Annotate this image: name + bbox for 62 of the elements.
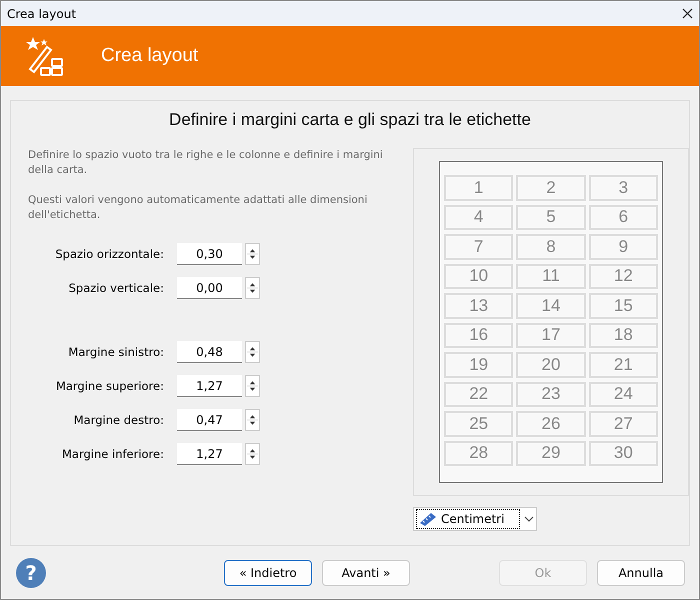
label-cell: 4 [444, 204, 514, 230]
label-cell: 16 [444, 322, 514, 348]
label-cell: 20 [516, 352, 586, 378]
label-cell: 6 [588, 204, 658, 230]
field-label: Spazio orizzontale: [54, 247, 164, 261]
label-cell: 17 [516, 322, 586, 348]
spinner-icon[interactable] [245, 341, 260, 363]
label-cell: 10 [444, 264, 514, 289]
field-label: Spazio verticale: [68, 281, 164, 295]
label-cell: 18 [588, 322, 658, 348]
label-cell: 22 [444, 382, 514, 407]
close-icon[interactable] [682, 8, 693, 19]
label-cell: 11 [516, 264, 586, 289]
label-cell: 25 [444, 411, 514, 436]
number-field[interactable]: 0,47 [177, 409, 242, 431]
label-cell: 14 [516, 293, 586, 318]
label-cell: 12 [588, 264, 658, 289]
spinner-icon[interactable] [245, 375, 260, 397]
spinner-icon[interactable] [245, 243, 260, 265]
label-cell: 3 [588, 175, 658, 200]
label-cell: 27 [588, 411, 658, 436]
label-cell: 29 [516, 440, 586, 466]
label-cell: 23 [516, 382, 586, 407]
field-label: Margine sinistro: [67, 345, 164, 359]
spinner-icon[interactable] [245, 277, 260, 299]
help-button[interactable]: ? [16, 558, 46, 588]
label-cell: 9 [588, 234, 658, 260]
label-cell: 24 [588, 382, 658, 407]
page-heading: Definire i margini carta e gli spazi tra le etichette [168, 110, 532, 130]
chevron-icon [524, 516, 534, 522]
label-cell: 21 [588, 352, 658, 378]
number-field[interactable]: 1,27 [177, 443, 242, 465]
label-cell: 19 [444, 352, 514, 378]
header-title: Crea layout [101, 45, 198, 67]
label-cell: 13 [444, 293, 514, 318]
number-field[interactable]: 1,27 [177, 375, 242, 397]
field-label: Margine inferiore: [60, 447, 164, 461]
description-text: Questi valori vengono automaticamente adattati alle dimensioni dell'etichetta. [28, 193, 368, 223]
spinner-icon[interactable] [245, 409, 260, 431]
field-label: Margine destro: [72, 413, 164, 427]
description-text: Definire lo spazio vuoto tra le righe e le colonne e definire i margini della carta. [28, 148, 384, 178]
label-cell: 2 [516, 175, 586, 200]
label-cell: 28 [444, 440, 514, 466]
unit-value: Centimetri [441, 512, 504, 526]
label-cell: 30 [588, 440, 658, 466]
label-cell: 15 [588, 293, 658, 318]
window-title: Crea layout [7, 6, 76, 20]
unit-dropdown[interactable]: Centimetri [413, 507, 537, 531]
dialog-button[interactable]: Annulla [597, 560, 685, 586]
label-cell: 8 [516, 234, 586, 260]
label-cell: 5 [516, 204, 586, 230]
nav-button[interactable]: « Indietro [224, 560, 312, 586]
spinner-icon[interactable] [245, 443, 260, 465]
label-cell: 26 [516, 411, 586, 436]
number-field[interactable]: 0,48 [177, 341, 242, 363]
number-field[interactable]: 0,30 [177, 243, 242, 265]
label-cell: 7 [444, 234, 514, 260]
field-label: Margine superiore: [54, 379, 164, 393]
number-field[interactable]: 0,00 [177, 277, 242, 299]
nav-button[interactable]: Avanti » [322, 560, 410, 586]
label-cell: 1 [444, 175, 514, 200]
ruler-icon [419, 512, 437, 526]
